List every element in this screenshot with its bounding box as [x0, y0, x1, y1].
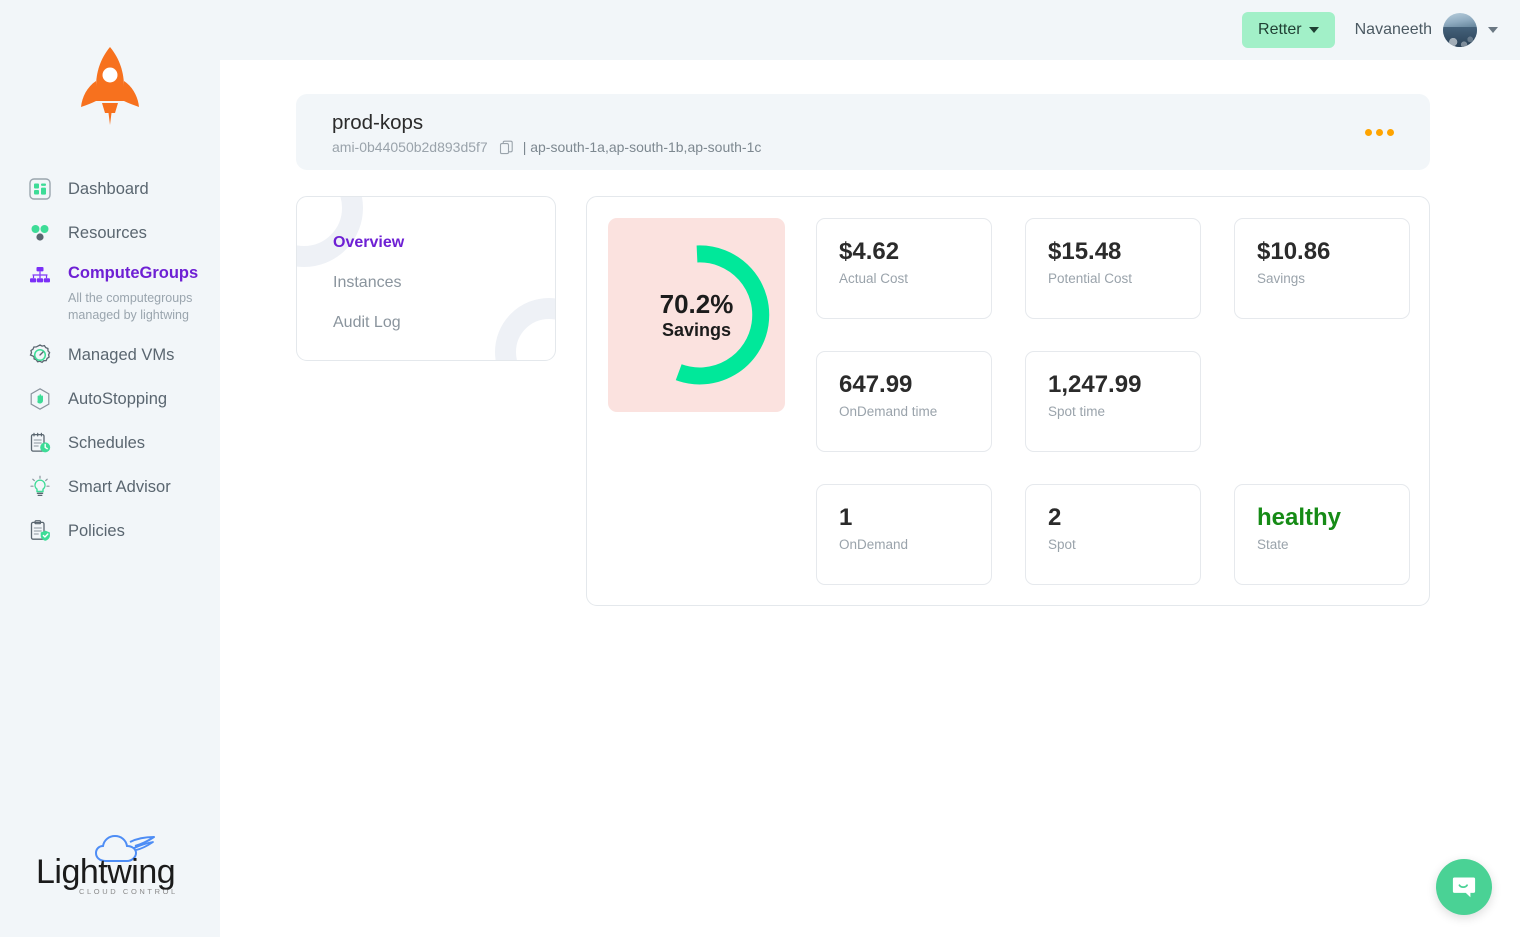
clipboard-shield-icon	[26, 517, 54, 545]
stat-value: $4.62	[839, 237, 991, 267]
rocket-icon	[72, 45, 148, 127]
savings-donut-card: 70.2% Savings	[608, 218, 785, 412]
lightwing-brand-logo: Lightwing CLOUD CONTROL	[0, 837, 220, 897]
stat-card-savings: $10.86 Savings	[1234, 218, 1410, 319]
sidebar-nav: Dashboard Resources	[0, 168, 220, 554]
sidebar-item-autostopping[interactable]: AutoStopping	[0, 378, 220, 422]
three-dots-icon[interactable]	[1357, 121, 1402, 144]
stat-label: Actual Cost	[839, 271, 991, 286]
chevron-down-icon	[1309, 27, 1319, 33]
page-title: prod-kops	[332, 109, 1357, 136]
sidebar-item-managed-vms[interactable]: Managed VMs	[0, 334, 220, 378]
brand-tagline: CLOUD CONTROL	[79, 887, 178, 896]
sidebar: Dashboard Resources	[0, 0, 220, 937]
stat-value: 2	[1048, 503, 1200, 533]
stat-card-state: healthy State	[1234, 484, 1410, 585]
chat-widget-button[interactable]	[1436, 859, 1492, 915]
sidebar-item-computegroups[interactable]: ComputeGroups All the computegroups mana…	[0, 256, 220, 334]
user-menu[interactable]: Navaneeth	[1355, 13, 1498, 47]
compute-groups-icon	[26, 263, 54, 291]
gear-speedometer-icon	[26, 341, 54, 369]
stat-value: 1,247.99	[1048, 370, 1200, 400]
sidebar-item-policies[interactable]: Policies	[0, 510, 220, 554]
tab-overview[interactable]: Overview	[333, 223, 555, 263]
sidebar-item-label: Schedules	[68, 422, 145, 464]
environment-selector-label: Retter	[1258, 21, 1302, 39]
stat-card-placeholder	[1234, 351, 1410, 452]
user-name-label: Navaneeth	[1355, 21, 1432, 39]
regions-label: | ap-south-1a,ap-south-1b,ap-south-1c	[523, 139, 762, 155]
stat-cards-grid: $4.62 Actual Cost $15.48 Potential Cost …	[816, 218, 1410, 585]
rocket-logo[interactable]	[0, 45, 220, 127]
ami-id-label: ami-0b44050b2d893d5f7	[332, 139, 488, 155]
savings-donut-chart: 70.2% Savings	[617, 235, 777, 395]
sidebar-item-label: Smart Advisor	[68, 466, 171, 508]
sidebar-item-dashboard[interactable]: Dashboard	[0, 168, 220, 212]
copy-icon[interactable]	[499, 140, 514, 155]
stat-label: OnDemand	[839, 537, 991, 552]
hand-stop-icon	[26, 385, 54, 413]
stat-card-spot-time: 1,247.99 Spot time	[1025, 351, 1201, 452]
sidebar-item-smart-advisor[interactable]: Smart Advisor	[0, 466, 220, 510]
tabs-panel: Overview Instances Audit Log	[296, 196, 556, 361]
lightbulb-icon	[26, 473, 54, 501]
stat-card-spot-count: 2 Spot	[1025, 484, 1201, 585]
sidebar-item-label: Resources	[68, 212, 147, 254]
stat-value: 647.99	[839, 370, 991, 400]
sidebar-item-label: AutoStopping	[68, 378, 167, 420]
sidebar-item-sublabel: All the computegroups managed by lightwi…	[68, 290, 208, 324]
stat-card-ondemand-time: 647.99 OnDemand time	[816, 351, 992, 452]
compute-group-meta: ami-0b44050b2d893d5f7 | ap-south-1a,ap-s…	[332, 139, 1357, 155]
stat-card-potential-cost: $15.48 Potential Cost	[1025, 218, 1201, 319]
chevron-down-icon	[1488, 27, 1498, 33]
sidebar-item-label: Dashboard	[68, 168, 149, 210]
app-root: Dashboard Resources	[0, 0, 1520, 937]
savings-percent-label: Savings	[617, 319, 777, 341]
stat-label: State	[1257, 537, 1409, 552]
avatar	[1443, 13, 1477, 47]
stat-label: Spot	[1048, 537, 1200, 552]
calendar-clock-icon	[26, 429, 54, 457]
stat-value: $15.48	[1048, 237, 1200, 267]
compute-group-header-card: prod-kops ami-0b44050b2d893d5f7 | ap-sou…	[296, 94, 1430, 170]
sidebar-item-schedules[interactable]: Schedules	[0, 422, 220, 466]
stat-value: $10.86	[1257, 237, 1409, 267]
sidebar-item-label: Managed VMs	[68, 334, 174, 376]
environment-selector-button[interactable]: Retter	[1242, 12, 1335, 48]
tab-instances[interactable]: Instances	[333, 263, 555, 303]
stat-card-actual-cost: $4.62 Actual Cost	[816, 218, 992, 319]
sidebar-item-label: Policies	[68, 510, 125, 552]
status-badge: healthy	[1257, 503, 1409, 533]
main-content: prod-kops ami-0b44050b2d893d5f7 | ap-sou…	[220, 60, 1520, 937]
sidebar-item-resources[interactable]: Resources	[0, 212, 220, 256]
stat-card-ondemand-count: 1 OnDemand	[816, 484, 992, 585]
stat-label: Potential Cost	[1048, 271, 1200, 286]
sidebar-item-label: ComputeGroups	[68, 256, 208, 290]
dashboard-grid-icon	[26, 175, 54, 203]
resources-nodes-icon	[26, 219, 54, 247]
stat-label: Savings	[1257, 271, 1409, 286]
tab-audit-log[interactable]: Audit Log	[333, 303, 555, 343]
stat-value: 1	[839, 503, 991, 533]
stat-label: OnDemand time	[839, 404, 991, 419]
chat-bubble-icon	[1450, 873, 1478, 901]
overview-stats-panel: 70.2% Savings $4.62 Actual Cost $15.48 P…	[586, 196, 1430, 606]
stat-label: Spot time	[1048, 404, 1200, 419]
top-header: Retter Navaneeth	[220, 0, 1520, 60]
savings-percent-value: 70.2%	[617, 289, 777, 319]
